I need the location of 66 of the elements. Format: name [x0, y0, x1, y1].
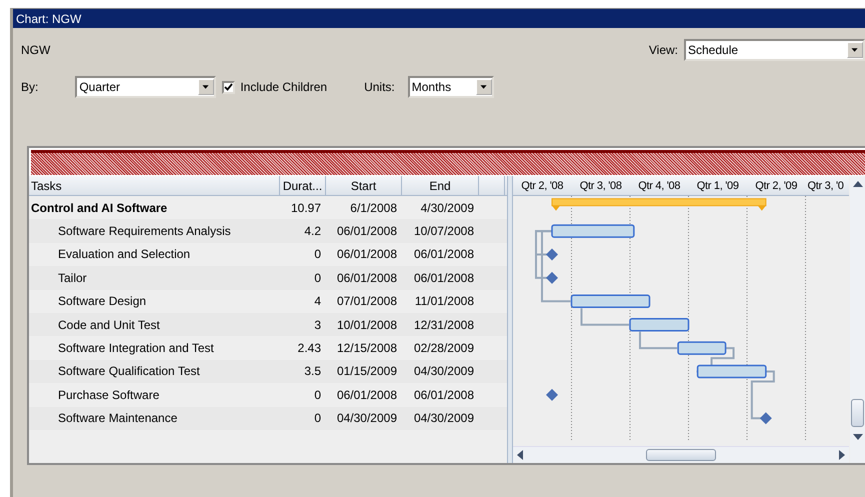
end-date: 04/30/2009 — [412, 411, 475, 426]
duration-cell-text: 3 — [313, 318, 322, 332]
scroll-down-icon[interactable] — [852, 433, 862, 441]
task-name: Control and AI Software — [30, 200, 168, 215]
column-header[interactable]: Durat... — [280, 176, 326, 195]
duration-cell-text: 4.2 — [303, 224, 322, 238]
include-children-checkbox[interactable] — [222, 80, 236, 94]
quarter-header: Qtr 3, '08 — [578, 178, 623, 194]
end-date: 4/30/2009 — [420, 200, 475, 215]
by-dropdown[interactable]: Quarter — [75, 76, 216, 98]
column-header[interactable]: Tasks — [29, 176, 280, 195]
quarter-header: Qtr 2, '09 — [754, 178, 798, 194]
duration-cell-text: 0 — [313, 388, 322, 402]
column-header[interactable]: End — [402, 176, 479, 195]
end-date: 12/31/2008 — [412, 318, 475, 332]
quarter-header: Qtr 1, '09 — [696, 178, 740, 194]
task-name: Software Design — [57, 294, 148, 308]
scroll-right-icon[interactable] — [837, 450, 845, 460]
start-date: 06/01/2008 — [336, 247, 398, 262]
include-children-label: Include Children — [240, 80, 328, 94]
units-dropdown[interactable]: Months — [408, 76, 494, 98]
task-name: Software Requirements Analysis — [57, 224, 232, 238]
task-name: Software Maintenance — [57, 411, 178, 426]
end-date: 06/01/2008 — [412, 270, 475, 285]
task-name: Software Qualification Test — [57, 364, 201, 378]
project-name: NGW — [21, 43, 50, 57]
window-title: Chart: NGW — [13, 9, 865, 28]
view-dropdown[interactable]: Schedule — [684, 39, 865, 61]
duration-cell-text: 2.43 — [296, 341, 322, 356]
task-name: Tailor — [57, 270, 88, 285]
start-date: 07/01/2008 — [336, 294, 398, 308]
by-label: By: — [21, 80, 38, 94]
end-date: 10/07/2008 — [412, 224, 475, 238]
end-date: 11/01/2008 — [414, 294, 475, 308]
task-name: Code and Unit Test — [57, 318, 161, 332]
task-name: Purchase Software — [57, 388, 160, 402]
column-header[interactable]: Start — [326, 176, 402, 195]
task-name: Software Integration and Test — [57, 341, 215, 356]
duration-cell-text: 10.97 — [290, 200, 322, 215]
start-date: 06/01/2008 — [336, 270, 398, 285]
quarter-header: Qtr 3, '0 — [806, 178, 845, 194]
task-name: Evaluation and Selection — [57, 247, 192, 262]
end-date: 06/01/2008 — [412, 388, 475, 402]
view-label: View: — [648, 43, 678, 57]
start-date: 12/15/2008 — [336, 341, 398, 356]
duration-cell-text: 0 — [313, 411, 322, 426]
end-date: 06/01/2008 — [412, 247, 475, 262]
end-date: 02/28/2009 — [412, 341, 475, 356]
start-date: 06/01/2008 — [336, 388, 398, 402]
start-date: 01/15/2009 — [336, 364, 398, 378]
duration-cell-text: 4 — [313, 294, 322, 308]
duration-cell-text: 3.5 — [303, 364, 322, 378]
scroll-up-icon[interactable] — [852, 180, 862, 188]
start-date: 06/01/2008 — [336, 224, 398, 238]
horizontal-scroll-thumb[interactable] — [646, 449, 716, 461]
start-date: 6/1/2008 — [349, 200, 398, 215]
quarter-header: Qtr 4, '08 — [637, 178, 682, 194]
duration-cell-text: 0 — [313, 247, 322, 262]
start-date: 04/30/2009 — [336, 411, 398, 426]
end-date: 04/30/2009 — [412, 364, 475, 378]
start-date: 10/01/2008 — [336, 318, 398, 332]
vertical-scroll-thumb[interactable] — [851, 399, 864, 427]
duration-cell-text: 0 — [313, 270, 322, 285]
scroll-left-icon[interactable] — [517, 450, 525, 460]
quarter-header: Qtr 2, '08 — [520, 178, 564, 194]
units-label: Units: — [364, 80, 395, 94]
